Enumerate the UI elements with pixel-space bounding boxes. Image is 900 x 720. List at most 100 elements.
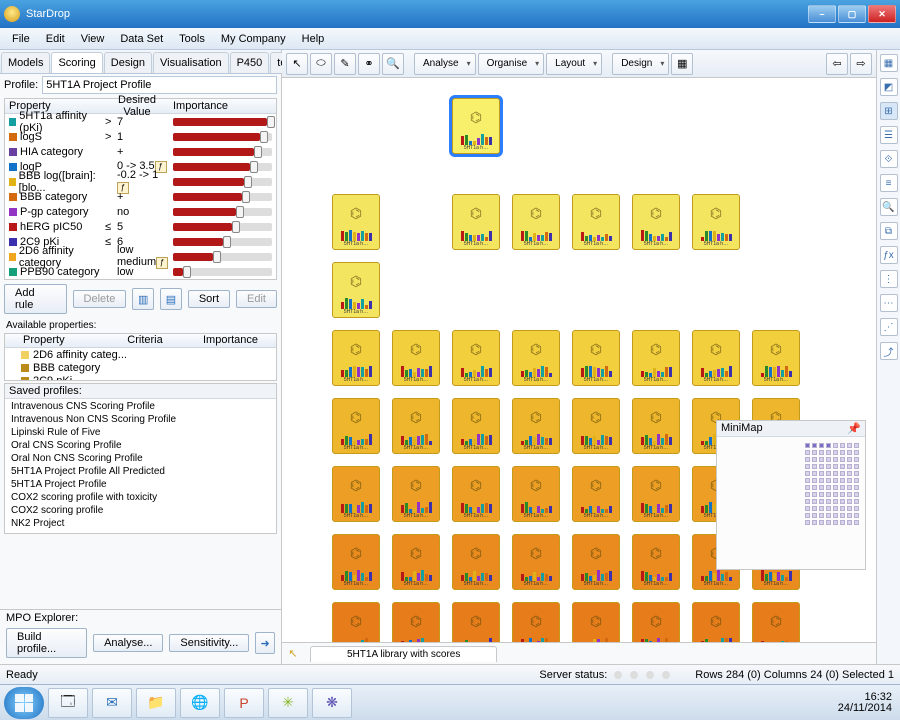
sidebar-tool-icon[interactable]: ƒx — [880, 246, 898, 264]
importance-slider[interactable] — [173, 163, 272, 171]
menu-data-set[interactable]: Data Set — [112, 31, 171, 47]
taskbar-item[interactable]: ✳ — [268, 688, 308, 718]
property-row[interactable]: P-gp category no — [5, 204, 276, 219]
molecule-card[interactable]: ⌬5HT1a h… — [572, 466, 620, 522]
molecule-card[interactable]: ⌬5HT1a h… — [692, 602, 740, 642]
saved-profile-item[interactable]: Intravenous Non CNS Scoring Profile — [5, 414, 276, 427]
molecule-card[interactable]: ⌬5HT1a h… — [452, 330, 500, 386]
menu-file[interactable]: File — [4, 31, 38, 47]
saved-profile-item[interactable]: Oral Non CNS Scoring Profile — [5, 453, 276, 466]
molecule-card[interactable]: ⌬5HT1a h… — [572, 534, 620, 590]
tab-models[interactable]: Models — [1, 52, 50, 73]
sidebar-tool-icon[interactable]: ◩ — [880, 78, 898, 96]
molecule-card[interactable]: ⌬5HT1a h… — [512, 398, 560, 454]
importance-slider[interactable] — [173, 253, 272, 261]
molecule-card[interactable]: ⌬5HT1a h… — [332, 194, 380, 250]
organise-dropdown[interactable]: Organise — [478, 53, 545, 75]
start-button[interactable] — [4, 687, 44, 719]
available-property-row[interactable]: 2D6 affinity categ... — [5, 348, 276, 361]
minimap-panel[interactable]: MiniMap📌 — [716, 420, 866, 570]
molecule-card[interactable]: ⌬5HT1a h… — [332, 466, 380, 522]
build-profile-button[interactable]: Build profile... — [6, 628, 87, 658]
molecule-card[interactable]: ⌬5HT1a h… — [332, 262, 380, 318]
avail-col-property[interactable]: Property — [5, 334, 105, 347]
molecule-card[interactable]: ⌬5HT1a h… — [512, 330, 560, 386]
analyse-button[interactable]: Analyse... — [93, 634, 163, 652]
saved-profile-item[interactable]: Oral CNS Scoring Profile — [5, 440, 276, 453]
molecule-card[interactable]: ⌬5HT1a h… — [512, 194, 560, 250]
property-row[interactable]: BBB category + — [5, 189, 276, 204]
sort-button[interactable]: Sort — [188, 290, 230, 308]
molecule-card[interactable]: ⌬5HT1a h… — [572, 398, 620, 454]
taskbar-item[interactable]: 🌐 — [180, 688, 220, 718]
molecule-card[interactable]: ⌬5HT1a h… — [632, 330, 680, 386]
sidebar-tool-icon[interactable]: ⋯ — [880, 294, 898, 312]
saved-profile-item[interactable]: 5HT1A Project Profile — [5, 479, 276, 492]
molecule-card[interactable]: ⌬5HT1a h… — [692, 194, 740, 250]
molecule-card[interactable]: ⌬5HT1a h… — [512, 466, 560, 522]
molecule-card[interactable]: ⌬5HT1a h… — [572, 194, 620, 250]
menu-tools[interactable]: Tools — [171, 31, 213, 47]
tab-design[interactable]: Design — [104, 52, 152, 73]
molecule-card[interactable]: ⌬5HT1a h… — [392, 330, 440, 386]
importance-slider[interactable] — [173, 238, 272, 246]
property-row[interactable]: hERG pIC50 ≤ 5 — [5, 219, 276, 234]
nav-back-button[interactable]: ⇦ — [826, 53, 848, 75]
saved-profile-item[interactable]: NK2 Project — [5, 518, 276, 531]
importance-slider[interactable] — [173, 268, 272, 276]
available-property-row[interactable]: 2C9 pKi — [5, 374, 276, 381]
design-dropdown[interactable]: Design — [612, 53, 669, 75]
molecule-card[interactable]: ⌬5HT1a h… — [632, 602, 680, 642]
link-tool[interactable]: ⚭ — [358, 53, 380, 75]
sidebar-tool-icon[interactable]: ⟐ — [880, 150, 898, 168]
molecule-card[interactable]: ⌬5HT1a h… — [452, 194, 500, 250]
property-row[interactable]: 5HT1a affinity (pKi) > 7 — [5, 114, 276, 129]
molecule-card[interactable]: ⌬5HT1a h… — [752, 330, 800, 386]
importance-slider[interactable] — [173, 208, 272, 216]
col-importance[interactable]: Importance — [169, 100, 276, 112]
open-icon-button[interactable]: ▥ — [132, 288, 154, 310]
taskbar-clock[interactable]: 16:32 24/11/2014 — [838, 692, 896, 714]
molecule-card[interactable]: ⌬5HT1a h… — [332, 330, 380, 386]
importance-slider[interactable] — [173, 148, 272, 156]
lasso-tool[interactable]: ⬭ — [310, 53, 332, 75]
menu-my-company[interactable]: My Company — [213, 31, 294, 47]
analyse-dropdown[interactable]: Analyse — [414, 53, 476, 75]
property-row[interactable]: BBB log([brain]:[blo... -0.2 -> 1ƒ — [5, 174, 276, 189]
molecule-card[interactable]: ⌬5HT1a h… — [392, 466, 440, 522]
taskbar-item[interactable]: 🗔 — [48, 688, 88, 718]
saved-profile-item[interactable]: 5HT1A Project Profile All Predicted — [5, 466, 276, 479]
menu-edit[interactable]: Edit — [38, 31, 73, 47]
save-icon-button[interactable]: ▤ — [160, 288, 182, 310]
taskbar-item[interactable]: ❋ — [312, 688, 352, 718]
molecule-card[interactable]: ⌬5HT1a h… — [392, 398, 440, 454]
property-row[interactable]: HIA category + — [5, 144, 276, 159]
sidebar-tool-icon[interactable]: ⋮ — [880, 270, 898, 288]
window-close-button[interactable]: ✕ — [868, 5, 896, 23]
pointer-tool[interactable]: ↖ — [286, 53, 308, 75]
sensitivity-button[interactable]: Sensitivity... — [169, 634, 249, 652]
molecule-card[interactable]: ⌬5HT1a h… — [332, 534, 380, 590]
molecule-card[interactable]: ⌬5HT1a h… — [512, 602, 560, 642]
delete-button[interactable]: Delete — [73, 290, 127, 308]
importance-slider[interactable] — [173, 118, 272, 126]
property-row[interactable]: logS > 1 — [5, 129, 276, 144]
profile-input[interactable] — [42, 76, 277, 94]
saved-profile-item[interactable]: Lipinski Rule of Five — [5, 427, 276, 440]
saved-profile-item[interactable]: COX2 scoring profile with toxicity — [5, 492, 276, 505]
sidebar-tool-icon[interactable]: ▦ — [880, 54, 898, 72]
molecule-card[interactable]: ⌬5HT1a h… — [452, 398, 500, 454]
importance-slider[interactable] — [173, 193, 272, 201]
molecule-card[interactable]: ⌬5HT1a h… — [452, 602, 500, 642]
tab-p450[interactable]: P450 — [230, 52, 270, 73]
taskbar-item[interactable]: P — [224, 688, 264, 718]
molecule-card[interactable]: ⌬5HT1a h… — [452, 98, 500, 154]
window-minimize-button[interactable]: – — [808, 5, 836, 23]
importance-slider[interactable] — [173, 178, 272, 186]
saved-profile-item[interactable]: COX2 scoring profile — [5, 505, 276, 518]
menu-view[interactable]: View — [73, 31, 113, 47]
molecule-card[interactable]: ⌬5HT1a h… — [572, 330, 620, 386]
sidebar-tool-icon[interactable]: ≡ — [880, 174, 898, 192]
taskbar-item[interactable]: 📁 — [136, 688, 176, 718]
nav-fwd-button[interactable]: ⇨ — [850, 53, 872, 75]
